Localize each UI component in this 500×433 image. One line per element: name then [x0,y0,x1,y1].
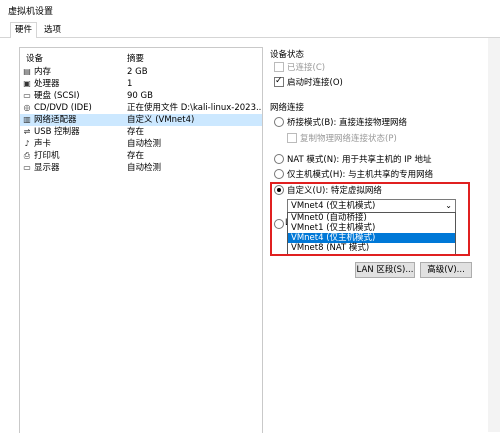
device-row-display[interactable]: ▭ 显示器 自动检测 [20,162,262,174]
nat-radio[interactable] [274,154,284,164]
device-summary: 存在 [127,151,145,161]
tab-hardware[interactable]: 硬件 [10,22,38,39]
bridged-radio[interactable] [274,117,284,127]
header-device: 设备 [26,54,44,64]
device-row-printer[interactable]: ⎙ 打印机 存在 [20,150,262,162]
window-title: 虚拟机设置 [8,7,54,17]
replicate-state-checkbox[interactable] [287,133,297,143]
device-summary: 90 GB [127,91,153,101]
display-icon: ▭ [23,163,31,172]
disk-icon: ▭ [23,91,31,100]
header-summary: 摘要 [127,54,145,64]
device-summary: 自定义 (VMnet4) [127,115,195,125]
device-name: 内存 [34,67,52,77]
tab-options[interactable]: 选项 [40,23,65,37]
host-only-label: 仅主机模式(H): 与主机共享的专用网络 [287,170,434,180]
device-summary: 自动检测 [127,163,162,173]
device-summary: 自动检测 [127,139,162,149]
replicate-state-label: 复制物理网络连接状态(P) [300,134,397,144]
usb-icon: ⇌ [23,127,31,136]
device-summary: 正在使用文件 D:\kali-linux-2023... [127,103,261,113]
device-row-harddisk[interactable]: ▭ 硬盘 (SCSI) 90 GB [20,90,262,102]
highlight-annotation-box [270,182,470,256]
cd-icon: ◎ [23,103,31,112]
tab-strip: 硬件 选项 [0,20,500,39]
device-row-memory[interactable]: ▤ 内存 2 GB [20,66,262,78]
advanced-button[interactable]: 高级(V)... [420,262,472,278]
device-name: 打印机 [34,151,60,161]
device-name: 处理器 [34,79,60,89]
bridged-label: 桥接模式(B): 直接连接物理网络 [287,118,408,128]
nat-label: NAT 模式(N): 用于共享主机的 IP 地址 [287,155,432,165]
connected-label: 已连接(C) [287,63,326,73]
scrollbar[interactable] [488,38,500,432]
device-name: 显示器 [34,163,60,173]
lan-segments-button[interactable]: LAN 区段(S)... [355,262,415,278]
device-summary: 2 GB [127,67,148,77]
connected-checkbox[interactable] [274,62,284,72]
connect-at-power-on-checkbox[interactable] [274,76,284,87]
printer-icon: ⎙ [23,151,31,160]
connect-at-power-on-label: 启动时连接(O) [287,78,343,88]
network-connection-label: 网络连接 [270,103,305,113]
sound-icon: ♪ [24,139,30,148]
device-row-sound[interactable]: ♪ 声卡 自动检测 [20,138,262,150]
cpu-icon: ▣ [23,79,31,88]
device-row-cddvd[interactable]: ◎ CD/DVD (IDE) 正在使用文件 D:\kali-linux-2023… [20,102,262,114]
device-summary: 存在 [127,127,145,137]
device-summary: 1 [127,79,133,89]
title-bar: 虚拟机设置 [0,0,500,20]
device-list-header: 设备 摘要 [20,52,262,64]
device-name: CD/DVD (IDE) [34,103,92,113]
memory-icon: ▤ [23,67,31,76]
device-status-label: 设备状态 [270,50,305,60]
device-row-usb[interactable]: ⇌ USB 控制器 存在 [20,126,262,138]
device-row-network[interactable]: ▥ 网络适配器 自定义 (VMnet4) [20,114,262,126]
device-name: USB 控制器 [34,127,80,137]
device-name: 声卡 [34,139,52,149]
device-list: 设备 摘要 ▤ 内存 2 GB ▣ 处理器 1 ▭ 硬盘 (SCSI) 90 G… [19,47,263,433]
device-name: 网络适配器 [34,115,77,125]
host-only-radio[interactable] [274,169,284,179]
device-row-processor[interactable]: ▣ 处理器 1 [20,78,262,90]
network-icon: ▥ [23,115,31,124]
device-name: 硬盘 (SCSI) [34,91,80,101]
